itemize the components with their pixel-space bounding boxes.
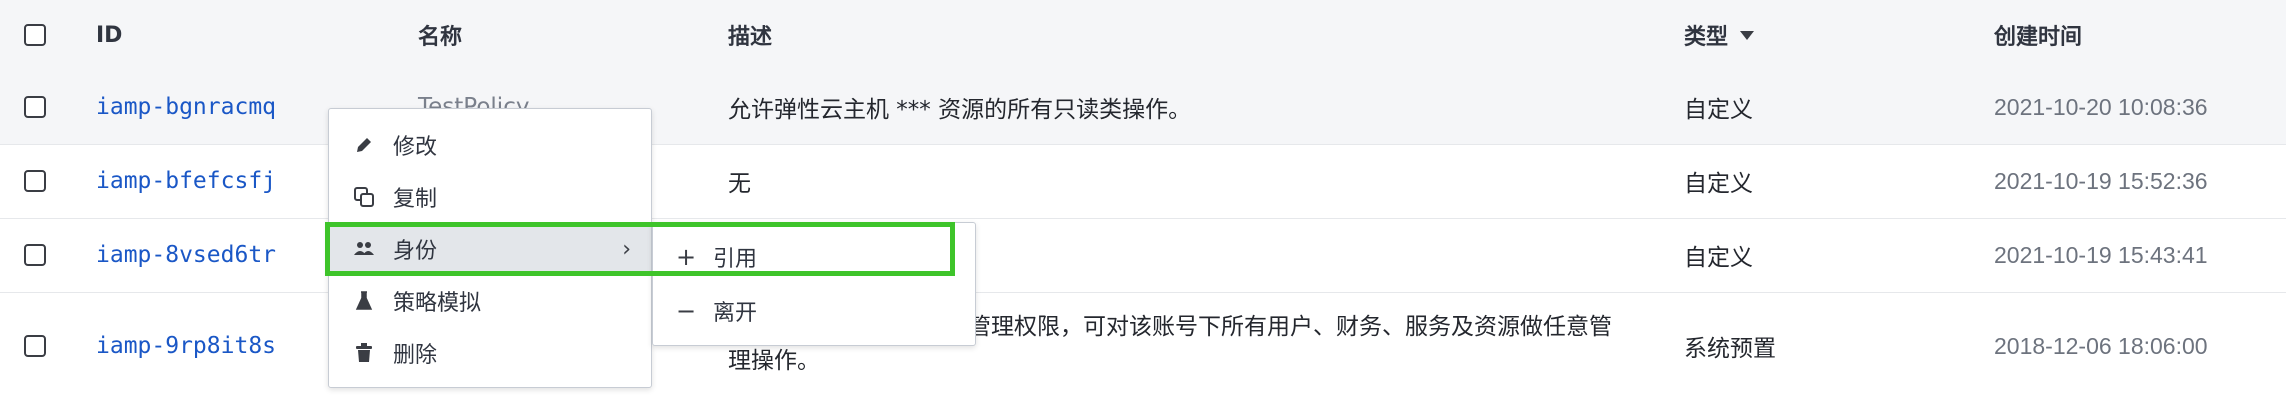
menu-item-copy[interactable]: 复制 [329, 171, 651, 223]
plus-icon: + [675, 243, 697, 271]
row-checkbox[interactable] [24, 335, 46, 357]
menu-item-label: 复制 [393, 187, 438, 212]
menu-item-label: 身份 [393, 239, 438, 264]
policy-created-at: 2021-10-19 15:43:41 [1994, 241, 2208, 268]
policy-description-line-2: 理操作。 [728, 348, 820, 374]
policy-description: 无 [728, 171, 751, 197]
column-header-description: 描述 [728, 25, 773, 50]
pencil-icon [349, 136, 379, 154]
select-all-checkbox[interactable] [24, 24, 46, 46]
users-icon [349, 241, 379, 257]
menu-item-edit[interactable]: 修改 [329, 119, 651, 171]
column-header-name: 名称 [418, 25, 463, 50]
row-checkbox-cell[interactable] [24, 218, 46, 292]
row-checkbox[interactable] [24, 244, 46, 266]
policy-created-at: 2021-10-20 10:08:36 [1994, 93, 2208, 120]
policy-created-at: 2021-10-19 15:52:36 [1994, 167, 2208, 194]
sort-down-icon[interactable] [1740, 30, 1755, 40]
row-checkbox[interactable] [24, 96, 46, 118]
identity-submenu: + 引用 − 离开 [652, 222, 976, 346]
column-header-id: ID [96, 22, 123, 48]
minus-icon: − [675, 297, 697, 325]
submenu-item-reference[interactable]: + 引用 [653, 231, 975, 283]
policy-type: 自定义 [1684, 171, 1753, 197]
select-all-checkbox-cell[interactable] [24, 0, 46, 70]
menu-item-label: 删除 [393, 343, 438, 368]
flask-icon [349, 291, 379, 311]
submenu-item-leave[interactable]: − 离开 [653, 285, 975, 337]
row-checkbox-cell[interactable] [24, 70, 46, 144]
row-checkbox-cell[interactable] [24, 292, 46, 400]
policy-type: 自定义 [1684, 245, 1753, 271]
menu-item-identity[interactable]: 身份 › [329, 223, 651, 275]
policy-created-at: 2018-12-06 18:06:00 [1994, 332, 2208, 359]
row-checkbox[interactable] [24, 170, 46, 192]
column-header-type-label: 类型 [1684, 25, 1729, 50]
menu-item-label: 修改 [393, 135, 438, 160]
submenu-item-label: 引用 [713, 247, 758, 272]
policy-description: 允许弹性云主机 *** 资源的所有只读类操作。 [728, 97, 1192, 123]
policy-type: 系统预置 [1684, 336, 1776, 362]
menu-item-delete[interactable]: 删除 [329, 327, 651, 379]
row-context-menu: 修改 复制 身份 › 策略模拟 删除 [328, 108, 652, 388]
chevron-right-icon: › [622, 236, 631, 262]
row-checkbox-cell[interactable] [24, 144, 46, 218]
policy-id-link[interactable]: iamp-bgnracmq [96, 94, 276, 120]
policy-id-link[interactable]: iamp-9rp8it8s [96, 333, 276, 359]
table-header: ID 名称 描述 类型 创建时间 [0, 0, 2286, 71]
column-header-type[interactable]: 类型 [1684, 0, 1755, 70]
copy-icon [349, 186, 379, 208]
menu-item-label: 策略模拟 [393, 291, 482, 316]
column-header-created-at: 创建时间 [1994, 25, 2083, 50]
trash-icon [349, 343, 379, 363]
submenu-item-label: 离开 [713, 301, 758, 326]
policy-id-link[interactable]: iamp-bfefcsfj [96, 168, 276, 194]
policy-type: 自定义 [1684, 97, 1753, 123]
policy-id-link[interactable]: iamp-8vsed6tr [96, 242, 276, 268]
menu-item-policy-simulation[interactable]: 策略模拟 [329, 275, 651, 327]
